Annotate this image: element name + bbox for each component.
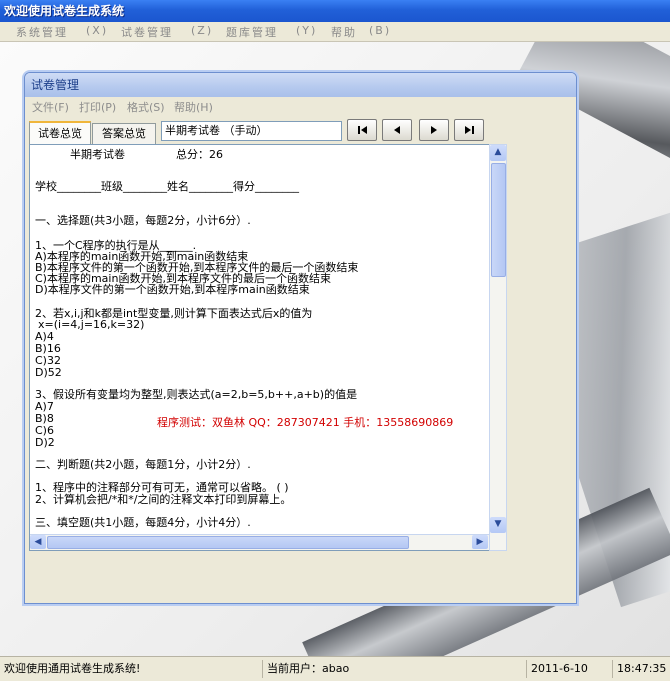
- chevron-right-icon: ▶: [476, 537, 484, 547]
- tester-info: 程序测试：双鱼林 QQ：287307421 手机：13558690869: [157, 416, 454, 429]
- status-date: 2011-6-10: [526, 660, 611, 678]
- section-fill: 三、填空题(共1小题，每题4分，小计4分）.: [35, 516, 251, 529]
- scroll-right-button[interactable]: ▶: [472, 535, 488, 549]
- question-text: x=(i=4,j=16,k=32): [38, 318, 145, 331]
- menu-help-key[interactable]: (B): [369, 24, 391, 37]
- section-choice: 一、选择题(共3小题，每题2分，小计6分）.: [35, 214, 251, 227]
- scroll-left-button[interactable]: ◀: [30, 535, 46, 549]
- status-current-user: 当前用户：abao: [262, 660, 527, 678]
- next-icon: [431, 126, 437, 134]
- menu-print[interactable]: 打印(P): [79, 99, 116, 115]
- chevron-up-icon: ▲: [494, 147, 502, 157]
- tab-paper-overview[interactable]: 试卷总览: [29, 121, 91, 145]
- menu-format[interactable]: 格式(S): [127, 99, 165, 115]
- first-icon: [357, 126, 367, 134]
- paper-header: 半期考试卷: [70, 148, 125, 161]
- paper-content[interactable]: 半期考试卷 总分：26 学校________班级________姓名______…: [29, 144, 490, 551]
- menu-system-key[interactable]: (X): [86, 24, 108, 37]
- menu-file[interactable]: 文件(F): [32, 99, 69, 115]
- scroll-up-button[interactable]: ▲: [490, 145, 506, 161]
- chevron-down-icon: ▼: [494, 519, 502, 529]
- prev-icon: [394, 126, 400, 134]
- question-text: 3、假设所有变量均为整型,则表达式(a=2,b=5,b++,a+b)的值是: [35, 388, 358, 401]
- first-record-button[interactable]: [347, 119, 377, 141]
- horizontal-scrollbar[interactable]: ◀ ▶: [30, 534, 489, 550]
- menu-paper[interactable]: 试卷管理: [121, 24, 173, 40]
- window-menubar: 文件(F) 打印(P) 格式(S) 帮助(H): [25, 97, 576, 115]
- status-bar: 欢迎使用通用试卷生成系统! 当前用户：abao 2011-6-10 18:47:…: [0, 656, 670, 681]
- chevron-left-icon: ◀: [34, 537, 42, 547]
- option-text: D)52: [35, 366, 62, 379]
- status-time: 18:47:35: [612, 660, 669, 678]
- app-titlebar: 欢迎使用试卷生成系统: [0, 0, 670, 22]
- tab-answer-overview[interactable]: 答案总览: [92, 123, 156, 144]
- question-text: 2、计算机会把/*和*/之间的注释文本打印到屏幕上。: [35, 493, 292, 506]
- last-record-button[interactable]: [454, 119, 484, 141]
- app-menubar: 系统管理 (X) 试卷管理 (Z) 题库管理 (Y) 帮助 (B): [0, 22, 670, 42]
- next-record-button[interactable]: [419, 119, 449, 141]
- app-title: 欢迎使用试卷生成系统: [4, 4, 125, 18]
- section-judge: 二、判断题(共2小题，每题1分，小计2分）.: [35, 458, 251, 471]
- paper-total: 总分：26: [176, 148, 223, 161]
- status-welcome: 欢迎使用通用试卷生成系统!: [4, 662, 141, 675]
- vertical-scroll-thumb[interactable]: [491, 163, 506, 277]
- prev-record-button[interactable]: [382, 119, 412, 141]
- vertical-scrollbar[interactable]: ▲ ▼: [489, 144, 507, 551]
- menu-help[interactable]: 帮助: [331, 24, 357, 40]
- paper-management-window: 试卷管理 文件(F) 打印(P) 格式(S) 帮助(H) 试卷总览 答案总览 半…: [24, 72, 577, 604]
- horizontal-scroll-thumb[interactable]: [47, 536, 409, 549]
- menu-question-bank-key[interactable]: (Y): [296, 24, 317, 37]
- scroll-down-button[interactable]: ▼: [490, 517, 506, 533]
- window-title[interactable]: 试卷管理: [25, 73, 576, 97]
- menu-question-bank[interactable]: 题库管理: [226, 24, 278, 40]
- paper-info-line: 学校________班级________姓名________得分________: [35, 180, 299, 193]
- paper-mode-field[interactable]: 半期考试卷 （手动）: [161, 121, 342, 141]
- option-text: D)本程序文件的第一个函数开始,到本程序main函数结束: [35, 283, 310, 296]
- menu-paper-key[interactable]: (Z): [191, 24, 213, 37]
- menu-system[interactable]: 系统管理: [16, 24, 68, 40]
- menu-window-help[interactable]: 帮助(H): [174, 99, 213, 115]
- last-icon: [464, 126, 474, 134]
- option-text: D)2: [35, 436, 55, 449]
